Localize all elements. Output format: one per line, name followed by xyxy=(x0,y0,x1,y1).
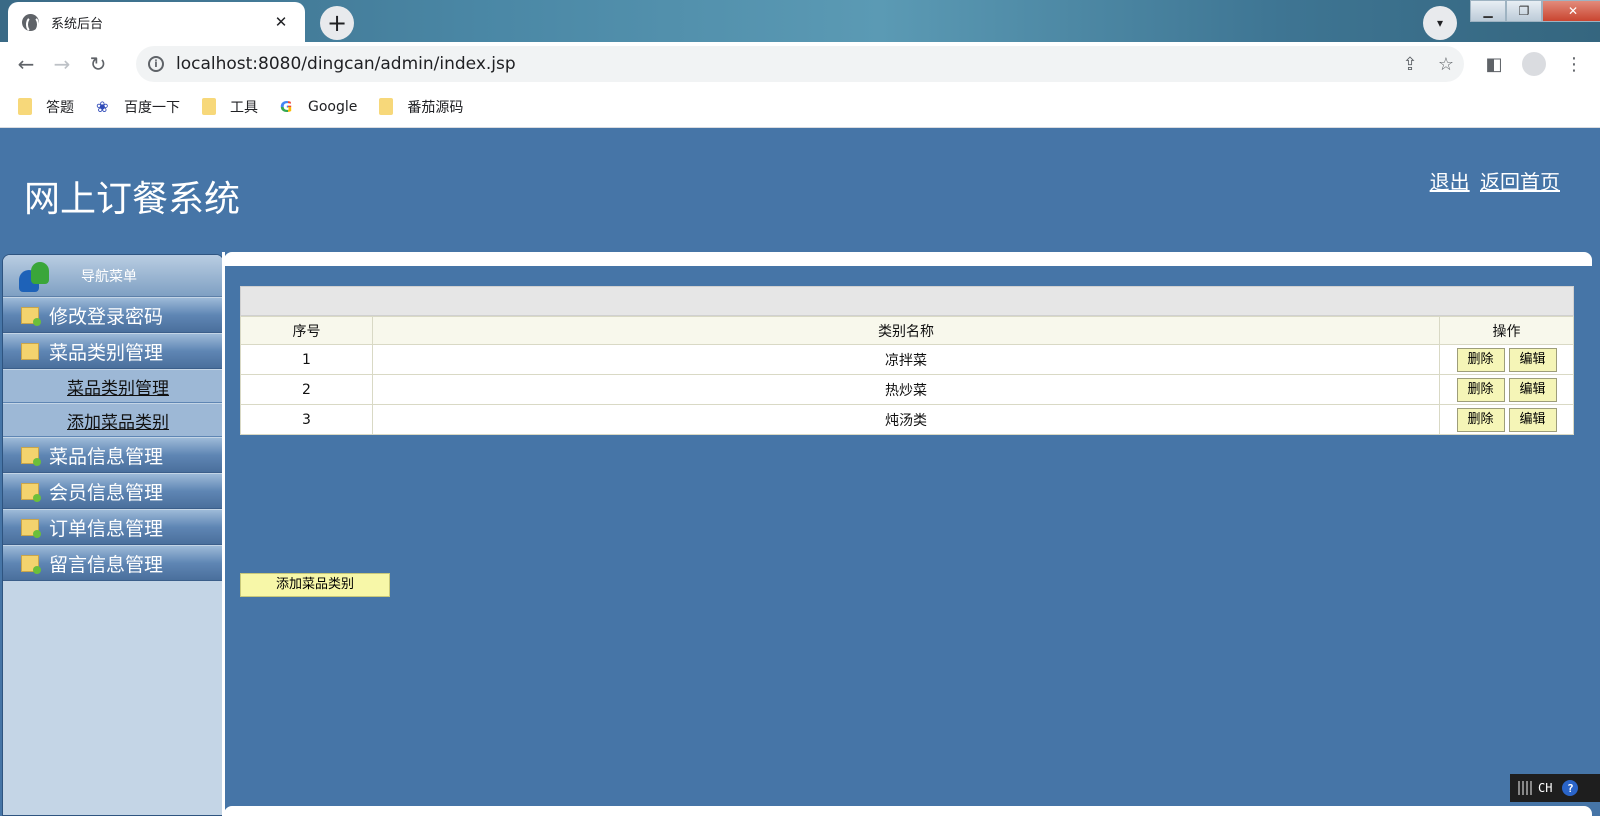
column-header-name: 类别名称 xyxy=(372,316,1440,345)
site-title: 网上订餐系统 xyxy=(24,179,241,220)
sidebar-nav: 导航菜单 修改登录密码 菜品类别管理 菜品类别管理 添加菜品类别 菜品信息管理 … xyxy=(2,254,224,816)
category-list-link[interactable]: 菜品类别管理 xyxy=(67,374,169,399)
category-table: 序号 类别名称 操作 1 凉拌菜 删除 编辑 2 热炒菜 删除 编辑 3 炖汤类… xyxy=(240,316,1574,435)
restore-icon[interactable]: ❐ xyxy=(1506,0,1542,22)
row-actions: 删除 编辑 xyxy=(1439,374,1574,405)
globe-icon xyxy=(22,13,39,33)
column-header-no: 序号 xyxy=(240,316,373,345)
ime-grip-icon xyxy=(1518,781,1532,795)
bookmark-item[interactable]: G Google xyxy=(280,99,357,115)
users-icon xyxy=(17,260,51,292)
tab-close-icon[interactable]: ✕ xyxy=(271,13,291,31)
folder-open-icon xyxy=(21,342,39,360)
avatar xyxy=(1522,52,1546,76)
minimize-icon[interactable]: ▁ xyxy=(1470,0,1506,22)
site-info-icon[interactable]: i xyxy=(148,56,164,72)
google-icon: G xyxy=(280,99,296,115)
bookmark-item[interactable]: 工具 xyxy=(202,97,258,117)
row-actions: 删除 编辑 xyxy=(1439,344,1574,375)
main-content: 序号 类别名称 操作 1 凉拌菜 删除 编辑 2 热炒菜 删除 编辑 3 炖汤类… xyxy=(222,252,1592,816)
sidebar-subitem-add-category: 添加菜品类别 xyxy=(3,404,223,437)
toolbar-right: ◧ ⋮ xyxy=(1474,46,1594,82)
table-header-row: 序号 类别名称 操作 xyxy=(240,316,1574,345)
row-category-name: 热炒菜 xyxy=(372,374,1440,405)
forward-icon[interactable]: → xyxy=(44,46,80,82)
bookmarks-bar: 答题 ❀ 百度一下 工具 G Google 番茄源码 xyxy=(0,86,1600,128)
sidebar-item-change-password[interactable]: 修改登录密码 xyxy=(3,298,223,333)
add-category-link[interactable]: 添加菜品类别 xyxy=(67,408,169,433)
header-links: 退出 返回首页 xyxy=(1426,166,1560,195)
folder-icon xyxy=(21,554,41,574)
bookmark-item[interactable]: ❀ 百度一下 xyxy=(96,97,180,117)
row-no: 1 xyxy=(240,344,373,375)
delete-button[interactable]: 删除 xyxy=(1456,377,1505,402)
address-bar[interactable]: i localhost:8080/dingcan/admin/index.jsp… xyxy=(136,46,1464,82)
side-panel-icon[interactable]: ◧ xyxy=(1474,46,1514,82)
window-controls: ▁ ❐ ✕ xyxy=(1470,0,1600,24)
sidebar-subitem-category-list: 菜品类别管理 xyxy=(3,370,223,403)
folder-icon xyxy=(21,446,41,466)
sidebar-header: 导航菜单 xyxy=(3,255,223,297)
folder-icon xyxy=(18,98,32,115)
edit-button[interactable]: 编辑 xyxy=(1508,377,1557,402)
browser-tabbar: 系统后台 ✕ + ▾ ▁ ❐ ✕ xyxy=(0,0,1600,42)
row-category-name: 炖汤类 xyxy=(372,404,1440,435)
table-row: 1 凉拌菜 删除 编辑 xyxy=(240,344,1574,375)
row-no: 3 xyxy=(240,404,373,435)
tab-title: 系统后台 xyxy=(51,16,104,32)
window-close-icon[interactable]: ✕ xyxy=(1542,0,1600,22)
column-header-action: 操作 xyxy=(1439,316,1574,345)
sidebar-item-dish-management[interactable]: 菜品信息管理 xyxy=(3,438,223,473)
ime-language: CH xyxy=(1538,781,1553,795)
bookmark-item[interactable]: 答题 xyxy=(18,97,74,117)
sidebar-item-message-management[interactable]: 留言信息管理 xyxy=(3,546,223,581)
profile-icon[interactable] xyxy=(1514,46,1554,82)
delete-button[interactable]: 删除 xyxy=(1456,407,1505,432)
share-icon[interactable]: ⇪ xyxy=(1392,54,1428,75)
row-no: 2 xyxy=(240,374,373,405)
url-text[interactable]: localhost:8080/dingcan/admin/index.jsp xyxy=(176,54,1392,74)
sidebar-item-member-management[interactable]: 会员信息管理 xyxy=(3,474,223,509)
folder-icon xyxy=(202,98,216,115)
content-top-border xyxy=(224,252,1592,266)
new-tab-button[interactable]: + xyxy=(320,6,354,40)
admin-page: 网上订餐系统 退出 返回首页 导航菜单 修改登录密码 菜品类别管理 菜品类别管理… xyxy=(0,128,1600,816)
table-row: 2 热炒菜 删除 编辑 xyxy=(240,374,1574,405)
sidebar-item-order-management[interactable]: 订单信息管理 xyxy=(3,510,223,545)
folder-icon xyxy=(21,518,41,538)
sidebar-heading: 导航菜单 xyxy=(81,268,137,285)
ime-help-icon[interactable]: ? xyxy=(1562,780,1579,796)
browser-toolbar: ← → ↻ i localhost:8080/dingcan/admin/ind… xyxy=(0,42,1600,86)
sidebar-item-category-management[interactable]: 菜品类别管理 xyxy=(3,334,223,369)
row-actions: 删除 编辑 xyxy=(1439,404,1574,435)
content-bottom-border xyxy=(224,806,1592,816)
reload-icon[interactable]: ↻ xyxy=(80,46,116,82)
edit-button[interactable]: 编辑 xyxy=(1508,407,1557,432)
add-category-button[interactable]: 添加菜品类别 xyxy=(240,573,390,597)
ime-indicator[interactable]: CH ? xyxy=(1510,774,1600,802)
home-link[interactable]: 返回首页 xyxy=(1480,170,1560,194)
table-caption-bar xyxy=(240,286,1574,316)
table-row: 3 炖汤类 删除 编辑 xyxy=(240,404,1574,435)
folder-icon xyxy=(21,482,41,502)
menu-icon[interactable]: ⋮ xyxy=(1554,46,1594,82)
folder-icon xyxy=(21,306,41,326)
edit-button[interactable]: 编辑 xyxy=(1508,347,1557,372)
folder-icon xyxy=(379,98,394,115)
back-icon[interactable]: ← xyxy=(8,46,44,82)
bookmark-item[interactable]: 番茄源码 xyxy=(379,97,463,117)
logout-link[interactable]: 退出 xyxy=(1430,170,1470,194)
row-category-name: 凉拌菜 xyxy=(372,344,1440,375)
baidu-icon: ❀ xyxy=(96,97,109,116)
delete-button[interactable]: 删除 xyxy=(1456,347,1505,372)
browser-tab[interactable]: 系统后台 ✕ xyxy=(8,2,305,42)
tab-search-icon[interactable]: ▾ xyxy=(1423,6,1457,40)
bookmark-star-icon[interactable]: ☆ xyxy=(1428,54,1464,75)
category-table-wrapper: 序号 类别名称 操作 1 凉拌菜 删除 编辑 2 热炒菜 删除 编辑 3 炖汤类… xyxy=(240,286,1574,435)
